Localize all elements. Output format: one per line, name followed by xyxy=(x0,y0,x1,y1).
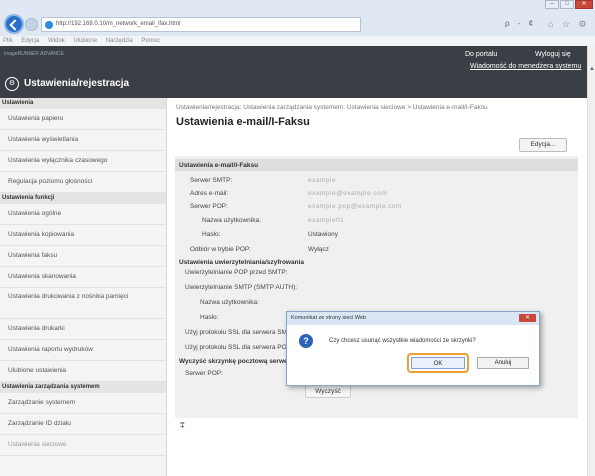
ok-button[interactable]: OK xyxy=(411,357,465,369)
device-header: imageRUNNER ADVANCE Do portalu Wyloguj s… xyxy=(0,46,587,98)
dialog-close-button[interactable]: ✕ xyxy=(519,314,536,322)
cancel-button[interactable]: Anuluj xyxy=(477,357,529,369)
logout-link[interactable]: Wyloguj się xyxy=(535,51,571,58)
dialog-title: Komunikat ze strony sieci Web xyxy=(291,315,367,321)
field-value-smtp: example xyxy=(308,177,337,184)
clear-button[interactable]: Wyczyść xyxy=(305,385,351,398)
sidebar-item-dept-id[interactable]: Zarządzanie ID działu xyxy=(0,414,166,435)
field-label-pop-rx: Odbiór w trybie POP: xyxy=(190,246,252,253)
section-header-email: Ustawienia e-mail/I-Faksu xyxy=(175,159,578,171)
window-close-button[interactable]: ✕ xyxy=(575,0,593,9)
sidebar-item-system-management[interactable]: Zarządzanie systemem xyxy=(0,393,166,414)
breadcrumb: Ustawienia/rejestracja: Ustawienia zarzą… xyxy=(176,104,488,111)
auth-label-ssl-pop: Użyj protokołu SSL dla serwera POP: xyxy=(185,344,293,351)
menu-tools[interactable]: Narzędzia xyxy=(106,38,133,44)
page-scrollbar[interactable]: ▲ xyxy=(587,46,595,476)
field-value-pop: example.pop@example.com xyxy=(308,203,402,210)
ie-icon xyxy=(45,21,53,29)
dialog-message: Czy chcesz usunąć wszystkie wiadomości z… xyxy=(329,338,476,344)
field-label-pop: Serwer POP: xyxy=(190,203,228,210)
address-url: http://192.168.0.10/m_network_email_ifax… xyxy=(56,21,181,27)
auth-label-password: Hasło: xyxy=(200,314,219,321)
edit-button[interactable]: Edycja... xyxy=(519,138,567,152)
sidebar-section-settings: Ustawienia xyxy=(0,98,166,109)
sidebar-item-network[interactable]: Ustawienia sieciowe xyxy=(0,435,166,456)
field-value-email: example@example.com xyxy=(308,190,388,197)
sidebar-item-fax[interactable]: Ustawienia faksu xyxy=(0,246,166,267)
sidebar-item-common[interactable]: Ustawienia ogólne xyxy=(0,204,166,225)
field-label-email: Adres e-mail: xyxy=(190,190,229,197)
question-icon: ? xyxy=(299,334,313,348)
field-value-pop-rx: Wyłącz xyxy=(308,246,329,253)
sidebar: Ustawienia Ustawienia papieru Ustawienia… xyxy=(0,98,167,476)
settings-logo-icon: ⚙ xyxy=(5,77,19,91)
sidebar-item-display[interactable]: Ustawienia wyświetlania xyxy=(0,130,166,151)
manager-message-link[interactable]: Wiadomość do menedżera systemu xyxy=(470,63,581,70)
maximize-button[interactable]: □ xyxy=(560,0,574,9)
menu-file[interactable]: Plik xyxy=(3,38,13,44)
auth-label-username: Nazwa użytkownika: xyxy=(200,299,259,306)
menu-edit[interactable]: Edycja xyxy=(21,38,39,44)
auth-label-pop-before-smtp: Uwierzytelnianie POP przed SMTP: xyxy=(185,269,288,276)
clear-label-pop: Serwer POP: xyxy=(185,370,223,377)
field-label-smtp: Serwer SMTP: xyxy=(190,177,233,184)
confirm-dialog: Komunikat ze strony sieci Web ✕ ? Czy ch… xyxy=(286,311,540,386)
dialog-titlebar: Komunikat ze strony sieci Web ✕ xyxy=(287,312,539,325)
sidebar-item-printer[interactable]: Ustawienia drukarki xyxy=(0,319,166,340)
sidebar-item-volume[interactable]: Regulacja poziomu głośności xyxy=(0,172,166,193)
field-value-password: Ustawiony xyxy=(308,231,338,238)
forward-button[interactable] xyxy=(25,18,38,31)
menu-help[interactable]: Pomoc xyxy=(141,38,160,44)
sidebar-item-timer[interactable]: Ustawienia wyłącznika czasowego xyxy=(0,151,166,172)
field-label-username: Nazwa użytkownika: xyxy=(202,217,261,224)
page-title: Ustawienia e-mail/I-Faksu xyxy=(176,116,310,128)
sidebar-item-favorites[interactable]: Ulubione ustawienia xyxy=(0,361,166,382)
portal-link[interactable]: Do portalu xyxy=(465,51,497,58)
sidebar-section-functions: Ustawienia funkcji xyxy=(0,193,166,204)
field-label-password: Hasło: xyxy=(202,231,221,238)
back-button[interactable] xyxy=(4,14,24,34)
sidebar-item-scan[interactable]: Ustawienia skanowania xyxy=(0,267,166,288)
auth-section-header: Ustawienia uwierzytelniania/szyfrowania xyxy=(179,259,304,266)
menu-view[interactable]: Widok xyxy=(48,38,65,44)
ok-button-highlight: OK xyxy=(407,353,469,373)
auth-label-ssl-smtp: Użyj protokołu SSL dla serwera SMTP: xyxy=(185,329,298,336)
field-value-username: example01 xyxy=(308,217,345,224)
sidebar-item-memory-print[interactable]: Ustawienia drukowania z nośnika pamięci xyxy=(0,288,166,319)
minimize-button[interactable]: – xyxy=(545,0,559,9)
browser-navbar: http://192.168.0.10/m_network_email_ifax… xyxy=(0,12,595,36)
address-controls[interactable]: ρ - ¢ xyxy=(505,19,536,28)
device-name: imageRUNNER ADVANCE xyxy=(4,51,64,57)
browser-titlebar: – □ ✕ xyxy=(0,0,595,12)
browser-tool-icons[interactable]: ⌂ ☆ ⚙ xyxy=(548,19,590,30)
sidebar-item-report[interactable]: Ustawienia raportu wydruków xyxy=(0,340,166,361)
address-bar[interactable]: http://192.168.0.10/m_network_email_ifax… xyxy=(41,17,361,32)
sidebar-item-paper[interactable]: Ustawienia papieru xyxy=(0,109,166,130)
sidebar-item-copy[interactable]: Ustawienia kopiowania xyxy=(0,225,166,246)
sidebar-section-system: Ustawienia zarządzania systemem xyxy=(0,382,166,393)
back-to-top-icon[interactable]: ⩱ xyxy=(180,421,185,431)
main-content: Ustawienia/rejestracja: Ustawienia zarzą… xyxy=(167,98,587,476)
menu-favorites[interactable]: Ulubione xyxy=(73,38,97,44)
clear-mailbox-header: Wyczyść skrzynkę pocztową serwera xyxy=(179,358,294,365)
auth-label-smtp-auth: Uwierzytelnianie SMTP (SMTP AUTH): xyxy=(185,284,298,291)
app-title: Ustawienia/rejestracja xyxy=(24,78,130,89)
browser-menubar: Plik Edycja Widok Ulubione Narzędzia Pom… xyxy=(0,36,595,46)
window-controls: – □ ✕ xyxy=(544,0,593,9)
scroll-up-icon[interactable]: ▲ xyxy=(589,66,595,72)
